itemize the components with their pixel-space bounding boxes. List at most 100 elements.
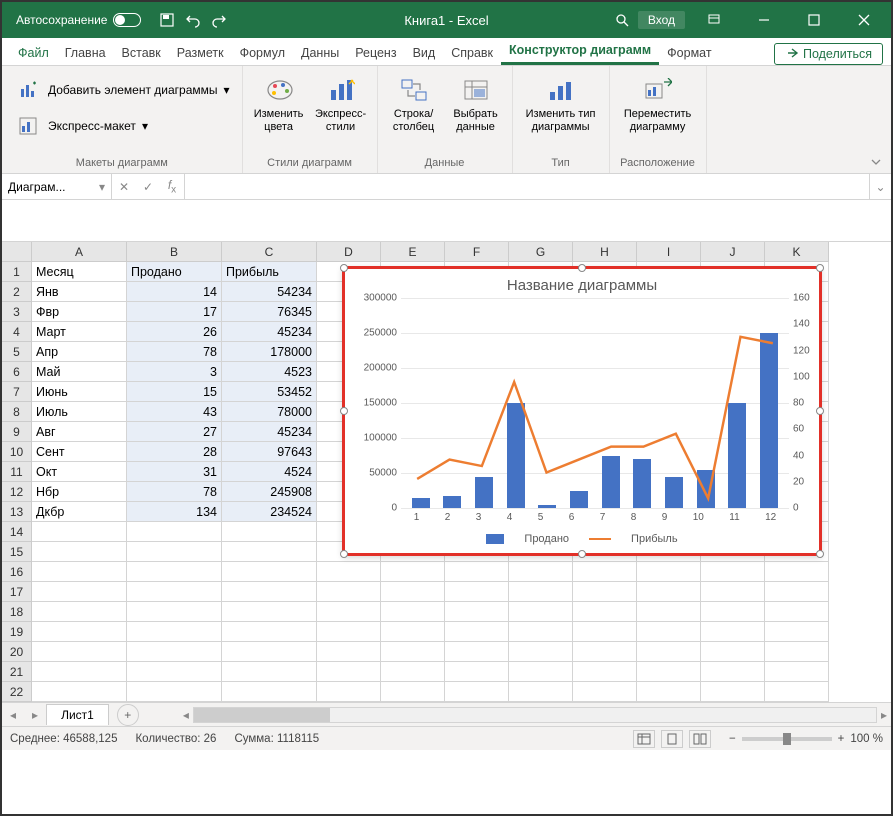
chart-legend[interactable]: Продано Прибыль [345, 533, 819, 545]
resize-handle[interactable] [578, 550, 586, 558]
row-header[interactable]: 20 [2, 642, 32, 662]
cell[interactable]: 43 [127, 402, 222, 422]
tab-formulas[interactable]: Формул [232, 41, 293, 65]
col-header[interactable]: F [445, 242, 509, 262]
add-sheet-button[interactable]: + [117, 704, 139, 726]
cell[interactable] [637, 682, 701, 702]
cell[interactable] [445, 582, 509, 602]
cell[interactable]: 45234 [222, 322, 317, 342]
row-header[interactable]: 9 [2, 422, 32, 442]
cell[interactable] [317, 562, 381, 582]
sheet-nav-prev-icon[interactable]: ◂ [2, 708, 24, 722]
tab-chart-design[interactable]: Конструктор диаграмм [501, 38, 659, 65]
cell[interactable] [32, 662, 127, 682]
select-all-corner[interactable] [2, 242, 32, 262]
line-series[interactable] [401, 298, 789, 505]
cell[interactable]: 245908 [222, 482, 317, 502]
chart-plot-area[interactable]: 050000100000150000200000250000300000 020… [401, 298, 789, 508]
resize-handle[interactable] [340, 407, 348, 415]
cell[interactable]: 27 [127, 422, 222, 442]
cell[interactable] [32, 682, 127, 702]
cell[interactable] [127, 622, 222, 642]
ribbon-options-icon[interactable] [693, 2, 735, 38]
change-chart-type-button[interactable]: Изменить тип диаграммы [521, 70, 601, 133]
cell[interactable]: 134 [127, 502, 222, 522]
name-box[interactable]: Диаграм... ▾ [2, 174, 112, 199]
cell[interactable]: Окт [32, 462, 127, 482]
quick-layout-button[interactable]: Экспресс-макет ▾ [10, 110, 152, 142]
cell[interactable] [701, 622, 765, 642]
cell[interactable] [509, 562, 573, 582]
row-header[interactable]: 15 [2, 542, 32, 562]
change-colors-button[interactable]: Изменить цвета [251, 70, 307, 133]
bar[interactable] [538, 505, 556, 509]
autosave-toggle[interactable]: Автосохранение [16, 13, 141, 27]
cell[interactable]: 28 [127, 442, 222, 462]
col-header[interactable]: A [32, 242, 127, 262]
cell[interactable] [765, 682, 829, 702]
share-button[interactable]: Поделиться [774, 43, 883, 65]
cell[interactable] [381, 602, 445, 622]
cell[interactable] [32, 542, 127, 562]
cell[interactable] [222, 682, 317, 702]
save-icon[interactable] [159, 12, 175, 28]
horizontal-scrollbar[interactable]: ◂ ▸ [179, 707, 891, 723]
zoom-out-button[interactable]: − [729, 733, 736, 745]
cell[interactable]: Прибыль [222, 262, 317, 282]
select-data-button[interactable]: Выбрать данные [448, 70, 504, 133]
cell[interactable] [32, 522, 127, 542]
tab-review[interactable]: Реценз [347, 41, 404, 65]
scroll-thumb[interactable] [194, 708, 330, 722]
view-normal-icon[interactable] [633, 730, 655, 748]
row-header[interactable]: 10 [2, 442, 32, 462]
cell[interactable]: Авг [32, 422, 127, 442]
row-header[interactable]: 22 [2, 682, 32, 702]
cell[interactable] [381, 642, 445, 662]
cell[interactable] [765, 562, 829, 582]
cell[interactable]: 31 [127, 462, 222, 482]
tab-data[interactable]: Данны [293, 41, 347, 65]
cell[interactable]: 45234 [222, 422, 317, 442]
cell[interactable] [222, 602, 317, 622]
cell[interactable] [765, 662, 829, 682]
cell[interactable] [222, 662, 317, 682]
cell[interactable]: Май [32, 362, 127, 382]
resize-handle[interactable] [816, 407, 824, 415]
zoom-in-button[interactable]: + [838, 733, 845, 745]
redo-icon[interactable] [211, 12, 227, 28]
cell[interactable]: 14 [127, 282, 222, 302]
toggle-icon[interactable] [113, 13, 141, 27]
zoom-slider[interactable] [742, 737, 832, 741]
cell[interactable] [765, 602, 829, 622]
col-header[interactable]: J [701, 242, 765, 262]
cell[interactable]: 78 [127, 342, 222, 362]
cell[interactable] [381, 622, 445, 642]
cell[interactable] [701, 682, 765, 702]
cell[interactable]: Июль [32, 402, 127, 422]
cell[interactable] [222, 642, 317, 662]
resize-handle[interactable] [578, 264, 586, 272]
cell[interactable]: 3 [127, 362, 222, 382]
cell[interactable] [765, 642, 829, 662]
cell[interactable] [381, 582, 445, 602]
cell[interactable] [127, 602, 222, 622]
row-header[interactable]: 1 [2, 262, 32, 282]
cell[interactable] [637, 602, 701, 622]
row-header[interactable]: 12 [2, 482, 32, 502]
cell[interactable]: Нбр [32, 482, 127, 502]
cell[interactable] [222, 542, 317, 562]
cell[interactable] [127, 562, 222, 582]
cell[interactable] [32, 582, 127, 602]
resize-handle[interactable] [340, 550, 348, 558]
row-header[interactable]: 4 [2, 322, 32, 342]
cell[interactable] [32, 642, 127, 662]
row-header[interactable]: 11 [2, 462, 32, 482]
cell[interactable] [573, 582, 637, 602]
chart-styles-button[interactable]: Экспресс-стили [313, 70, 369, 133]
tab-layout[interactable]: Разметк [169, 41, 232, 65]
cell[interactable]: Сент [32, 442, 127, 462]
cell[interactable]: Апр [32, 342, 127, 362]
row-header[interactable]: 13 [2, 502, 32, 522]
row-header[interactable]: 8 [2, 402, 32, 422]
resize-handle[interactable] [816, 264, 824, 272]
